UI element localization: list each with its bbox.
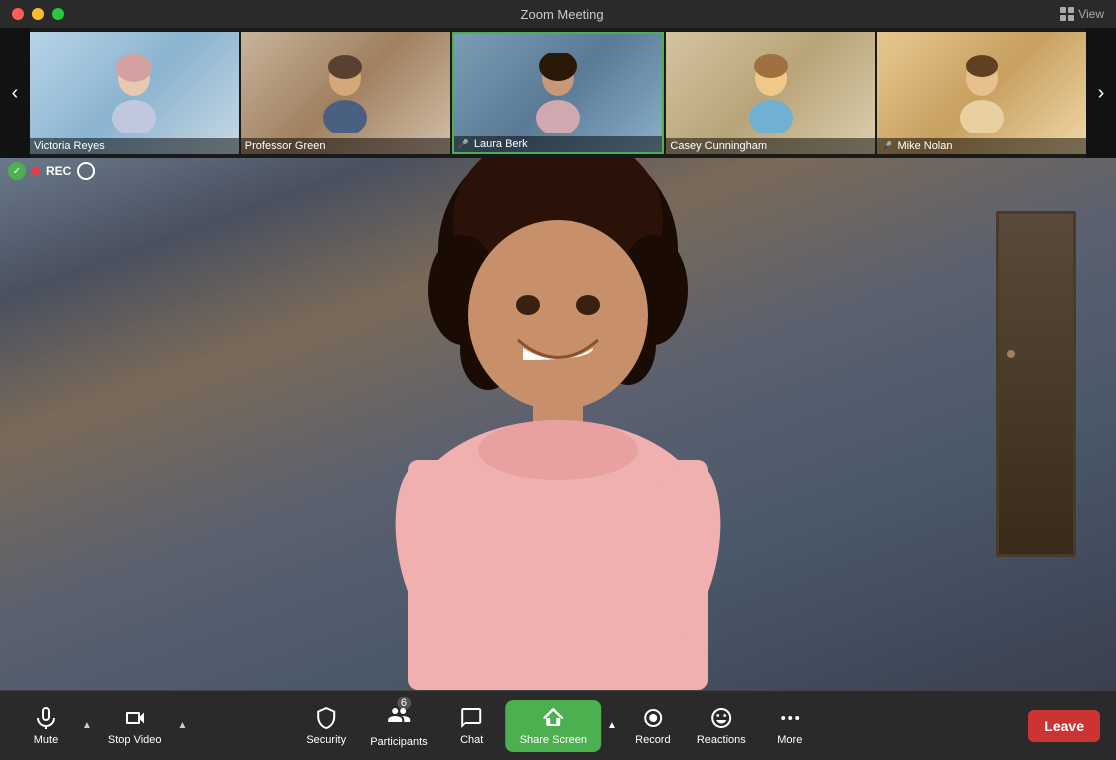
toolbar-right: Leave	[1028, 710, 1100, 742]
thumbnail-professor[interactable]: Professor Green	[241, 32, 450, 154]
thumbnail-bg-mike	[877, 32, 1086, 154]
participant-avatar-mike	[952, 53, 1012, 133]
thumbnail-bg-laura	[454, 34, 663, 152]
shield-check-icon: ✓	[8, 162, 26, 180]
participant-svg	[308, 158, 808, 690]
mute-button[interactable]: Mute	[16, 700, 76, 752]
toolbar-left: Mute ▲ Stop Video ▲	[16, 700, 189, 752]
video-camera-icon	[123, 706, 147, 730]
participant-count-badge: 6	[397, 697, 411, 709]
main-participant-figure	[308, 185, 808, 690]
participants-icon-wrapper: 6	[387, 703, 411, 732]
thumbnails-strip: ‹ Victoria Reyes	[0, 28, 1116, 158]
more-label: More	[777, 734, 802, 746]
share-screen-icon	[541, 706, 565, 730]
leave-button[interactable]: Leave	[1028, 710, 1100, 742]
thumbnail-label-professor: Professor Green	[241, 138, 450, 154]
grid-icon	[1060, 7, 1074, 21]
thumbnails-list: Victoria Reyes Professor Green	[30, 28, 1086, 158]
reactions-icon	[709, 706, 733, 730]
door-knob	[1007, 350, 1015, 358]
chat-button[interactable]: Chat	[442, 700, 502, 752]
thumbnail-victoria[interactable]: Victoria Reyes	[30, 32, 239, 154]
chat-icon	[460, 706, 484, 730]
thumbnail-bg-victoria	[30, 32, 239, 154]
thumbnail-mike[interactable]: 🎤 Mike Nolan	[877, 32, 1086, 154]
stop-video-button[interactable]: Stop Video	[98, 700, 172, 752]
rec-label: REC	[46, 164, 71, 178]
thumbnail-label-victoria: Victoria Reyes	[30, 138, 239, 154]
thumbnail-label-laura: 🎤 Laura Berk	[454, 136, 663, 152]
toolbar-center: Security 6 Participants Chat Share Sc	[296, 697, 820, 754]
view-label: View	[1078, 7, 1104, 21]
security-label: Security	[306, 734, 346, 746]
title-bar: Zoom Meeting View	[0, 0, 1116, 28]
share-screen-label: Share Screen	[520, 734, 587, 746]
view-button[interactable]: View	[1060, 7, 1104, 21]
toolbar: Mute ▲ Stop Video ▲ Security 6	[0, 690, 1116, 760]
participant-avatar-victoria	[104, 53, 164, 133]
participant-name-mike: Mike Nolan	[897, 140, 952, 152]
thumbnail-laura[interactable]: 🎤 Laura Berk	[452, 32, 665, 154]
recording-badge-area: ✓ REC	[8, 162, 95, 180]
share-screen-arrow[interactable]: ▲	[605, 720, 619, 731]
close-button[interactable]	[12, 8, 24, 20]
participant-name-victoria: Victoria Reyes	[34, 140, 105, 152]
reactions-button[interactable]: Reactions	[687, 700, 756, 752]
microphone-icon	[34, 706, 58, 730]
prev-nav-button[interactable]: ‹	[0, 28, 30, 158]
participant-avatar-casey	[741, 53, 801, 133]
window-title: Zoom Meeting	[521, 7, 604, 22]
stop-video-label: Stop Video	[108, 734, 162, 746]
record-icon	[641, 706, 665, 730]
participants-label: Participants	[370, 736, 427, 748]
reactions-label: Reactions	[697, 734, 746, 746]
mute-label: Mute	[34, 734, 58, 746]
thumbnail-bg-professor	[241, 32, 450, 154]
door-element	[996, 211, 1076, 557]
thumbnail-label-casey: Casey Cunningham	[666, 138, 875, 154]
record-label: Record	[635, 734, 670, 746]
security-button[interactable]: Security	[296, 700, 356, 752]
mute-arrow[interactable]: ▲	[80, 720, 94, 731]
more-icon	[778, 706, 802, 730]
record-button[interactable]: Record	[623, 700, 683, 752]
thumbnail-label-mike: 🎤 Mike Nolan	[877, 138, 1086, 154]
participant-name-laura: Laura Berk	[474, 138, 528, 150]
next-nav-button[interactable]: ›	[1086, 28, 1116, 158]
rec-circle-icon	[77, 162, 95, 180]
participant-name-casey: Casey Cunningham	[670, 140, 767, 152]
stop-video-arrow[interactable]: ▲	[176, 720, 190, 731]
main-video-area	[0, 158, 1116, 690]
participant-avatar-laura	[528, 53, 588, 133]
participant-avatar-professor	[315, 53, 375, 133]
traffic-lights	[12, 8, 64, 20]
thumbnail-bg-casey	[666, 32, 875, 154]
mic-muted-icon-mike: 🎤	[881, 141, 892, 151]
thumbnail-casey[interactable]: Casey Cunningham	[666, 32, 875, 154]
mic-muted-icon-laura: 🎤	[458, 139, 469, 149]
more-button[interactable]: More	[760, 700, 820, 752]
minimize-button[interactable]	[32, 8, 44, 20]
rec-indicator-dot	[32, 167, 40, 175]
maximize-button[interactable]	[52, 8, 64, 20]
share-screen-button[interactable]: Share Screen	[506, 700, 601, 752]
participants-button[interactable]: 6 Participants	[360, 697, 437, 754]
chat-label: Chat	[460, 734, 483, 746]
security-shield-icon	[314, 706, 338, 730]
participant-name-professor: Professor Green	[245, 140, 326, 152]
